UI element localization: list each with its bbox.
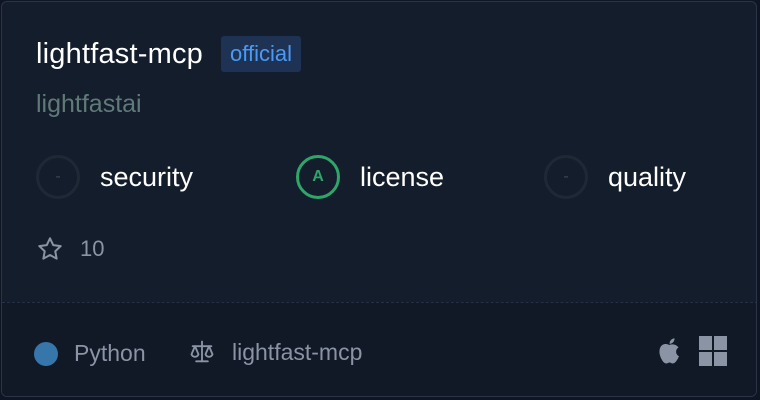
scale-icon bbox=[190, 340, 214, 363]
license-name: lightfast-mcp bbox=[232, 338, 363, 365]
security-score[interactable]: - security bbox=[36, 155, 193, 199]
security-label: security bbox=[100, 161, 194, 192]
quality-label: quality bbox=[608, 161, 687, 192]
license-info: lightfast-mcp bbox=[188, 338, 362, 366]
apple-icon bbox=[659, 338, 679, 364]
language-info: Python bbox=[34, 340, 146, 367]
server-name[interactable]: lightfast-mcp bbox=[36, 38, 203, 71]
language-color-dot bbox=[34, 341, 58, 366]
star-count[interactable]: 10 bbox=[36, 235, 104, 263]
server-card[interactable]: lightfast-mcp official lightfastai - sec… bbox=[1, 1, 757, 397]
official-badge: official bbox=[221, 36, 301, 72]
title-row: lightfast-mcp official bbox=[36, 36, 301, 72]
security-grade-ring: - bbox=[36, 155, 80, 199]
quality-grade-ring: - bbox=[544, 155, 588, 199]
card-footer: Python lightfast-mcp bbox=[2, 302, 756, 396]
license-grade-ring: A bbox=[296, 155, 340, 199]
star-count-value: 10 bbox=[80, 236, 105, 261]
quality-score[interactable]: - quality bbox=[544, 155, 686, 199]
star-icon bbox=[38, 237, 62, 260]
owner-name[interactable]: lightfastai bbox=[36, 90, 142, 119]
license-label: license bbox=[360, 161, 445, 192]
score-row: - security A license - quality bbox=[36, 155, 736, 205]
language-label: Python bbox=[74, 340, 146, 366]
windows-icon bbox=[699, 336, 727, 366]
license-score[interactable]: A license bbox=[296, 155, 444, 199]
